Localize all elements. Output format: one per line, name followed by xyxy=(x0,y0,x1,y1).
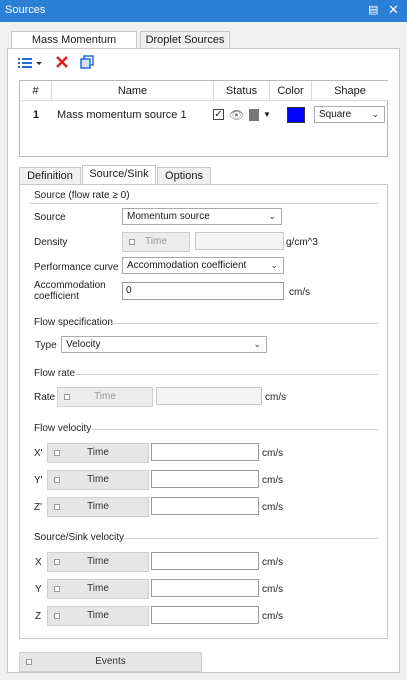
divider xyxy=(76,374,378,375)
sink-x-unit: cm/s xyxy=(262,557,284,568)
pin-icon[interactable]: ▤ xyxy=(368,3,378,16)
chevron-down-icon: ⌄ xyxy=(371,109,379,119)
column-header-shape[interactable]: Shape xyxy=(312,81,388,101)
density-input xyxy=(195,232,284,250)
time-label: Time xyxy=(87,556,109,567)
source-select-value: Momentum source xyxy=(127,211,210,222)
chevron-down-icon: ⌄ xyxy=(270,260,278,270)
time-label: Time xyxy=(145,236,167,247)
rate-label: Rate xyxy=(34,392,56,403)
accommodation-input[interactable]: 0 xyxy=(122,282,284,300)
type-select[interactable]: Velocity ⌄ xyxy=(61,336,267,353)
sink-z-label: Z xyxy=(35,611,42,622)
accommodation-unit: cm/s xyxy=(289,287,311,298)
performance-curve-value: Accommodation coefficient xyxy=(127,260,247,271)
events-button[interactable]: Events xyxy=(19,652,202,672)
performance-curve-select[interactable]: Accommodation coefficient ⌄ xyxy=(122,257,284,274)
sink-z-time-button[interactable]: Time xyxy=(47,606,149,626)
velocity-y-time-button[interactable]: Time xyxy=(47,470,149,490)
window-title: Sources xyxy=(5,4,46,16)
velocity-z-input[interactable] xyxy=(151,497,259,515)
velocity-x-input[interactable] xyxy=(151,443,259,461)
source-group-title: Source (flow rate ≥ 0) xyxy=(34,190,130,201)
table-row[interactable]: 1 Mass momentum source 1 ✓ 👁 ▼ Square ⌄ xyxy=(20,102,389,128)
tab-definition[interactable]: Definition xyxy=(19,167,81,185)
tab-mass-momentum-sources[interactable]: Mass Momentum Sources xyxy=(11,31,137,63)
events-label: Events xyxy=(95,656,126,667)
time-label: Time xyxy=(87,501,109,512)
velocity-y-input[interactable] xyxy=(151,470,259,488)
close-icon[interactable]: ✕ xyxy=(388,2,399,18)
flow-rate-title: Flow rate xyxy=(34,368,76,379)
flow-spec-title: Flow specification xyxy=(34,317,113,328)
time-label: Time xyxy=(87,474,109,485)
tab-droplet-sources[interactable]: Droplet Sources xyxy=(140,31,230,49)
divider xyxy=(30,203,378,204)
flow-velocity-title: Flow velocity xyxy=(34,423,92,434)
time-label: Time xyxy=(94,391,116,402)
accommodation-label-line1: Accommodation xyxy=(34,280,106,291)
divider xyxy=(110,323,378,324)
velocity-x-label: X' xyxy=(34,448,43,459)
accommodation-label-line2: coefficient xyxy=(34,291,79,302)
rate-input xyxy=(156,387,262,405)
sink-y-time-button[interactable]: Time xyxy=(47,579,149,599)
sink-x-label: X xyxy=(35,557,42,568)
rate-unit: cm/s xyxy=(265,392,287,403)
row-name: Mass momentum source 1 xyxy=(57,109,187,121)
density-label: Density xyxy=(34,237,68,248)
chevron-down-icon: ⌄ xyxy=(268,211,276,221)
shape-select-value: Square xyxy=(319,109,352,120)
column-header-index[interactable]: # xyxy=(20,81,52,101)
sink-z-input[interactable] xyxy=(151,606,259,624)
velocity-z-time-button[interactable]: Time xyxy=(47,497,149,517)
density-unit: g/cm^3 xyxy=(286,237,318,248)
rate-time-button[interactable]: Time xyxy=(57,387,153,407)
add-list-icon[interactable] xyxy=(17,56,43,70)
type-select-value: Velocity xyxy=(66,339,101,350)
divider xyxy=(124,538,378,539)
chevron-down-icon[interactable]: ▼ xyxy=(263,102,271,128)
sources-grid: # Name Status Color Shape 1 Mass momentu… xyxy=(19,80,388,157)
window-titlebar: Sources ▤ ✕ xyxy=(0,0,407,22)
column-header-name[interactable]: Name xyxy=(52,81,214,101)
velocity-x-time-button[interactable]: Time xyxy=(47,443,149,463)
divider xyxy=(92,429,378,430)
copy-icon[interactable] xyxy=(80,55,94,69)
velocity-x-unit: cm/s xyxy=(262,448,284,459)
time-label: Time xyxy=(87,583,109,594)
visible-checkbox[interactable]: ✓ xyxy=(213,109,224,120)
tab-options[interactable]: Options xyxy=(157,167,211,185)
sink-velocity-title: Source/Sink velocity xyxy=(34,532,125,543)
column-header-color[interactable]: Color xyxy=(270,81,312,101)
row-index: 1 xyxy=(33,109,40,121)
source-select[interactable]: Momentum source ⌄ xyxy=(122,208,282,225)
tab-source-sink[interactable]: Source/Sink xyxy=(82,165,156,185)
sink-z-unit: cm/s xyxy=(262,611,284,622)
sink-y-label: Y xyxy=(35,584,42,595)
eye-icon[interactable]: 👁 xyxy=(229,102,244,128)
delete-icon[interactable] xyxy=(55,55,69,69)
color-swatch[interactable] xyxy=(287,107,305,123)
cube-icon[interactable] xyxy=(249,109,259,121)
velocity-y-unit: cm/s xyxy=(262,475,284,486)
source-label: Source xyxy=(34,212,66,223)
density-time-button[interactable]: Time xyxy=(122,232,190,252)
sink-x-time-button[interactable]: Time xyxy=(47,552,149,572)
velocity-y-label: Y' xyxy=(34,475,43,486)
sink-y-unit: cm/s xyxy=(262,584,284,595)
chevron-down-icon: ⌄ xyxy=(253,339,261,349)
velocity-z-label: Z' xyxy=(34,502,43,513)
sink-y-input[interactable] xyxy=(151,579,259,597)
type-label: Type xyxy=(35,340,57,351)
performance-curve-label: Performance curve xyxy=(34,262,119,273)
sink-x-input[interactable] xyxy=(151,552,259,570)
column-header-status[interactable]: Status xyxy=(214,81,270,101)
time-label: Time xyxy=(87,447,109,458)
shape-select[interactable]: Square ⌄ xyxy=(314,106,385,123)
velocity-z-unit: cm/s xyxy=(262,502,284,513)
time-label: Time xyxy=(87,610,109,621)
